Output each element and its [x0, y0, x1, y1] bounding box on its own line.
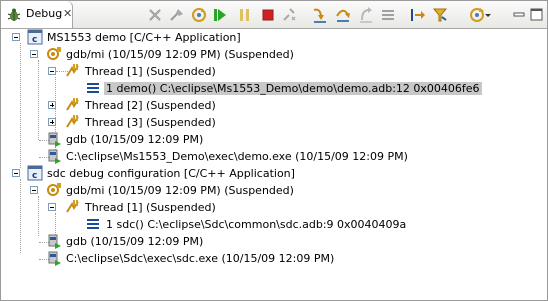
terminate-icon[interactable] — [259, 6, 277, 24]
suspended-thread-icon — [64, 114, 80, 130]
instruction-stepping-icon[interactable] — [409, 6, 427, 24]
process-icon — [46, 131, 62, 147]
tree-row-frame2[interactable]: 1 sdc() C:\eclipse\Sdc\common\sdc.adb:9 … — [1, 216, 547, 233]
c-application-icon: c — [27, 165, 43, 181]
collapse-icon[interactable] — [12, 169, 20, 177]
stack-frame-icon — [85, 216, 101, 232]
thread-label: Thread [1] (Suspended) — [85, 65, 216, 78]
suspend-icon[interactable] — [236, 6, 254, 24]
process-icon — [46, 250, 62, 266]
process-icon — [46, 233, 62, 249]
c-application-icon: c — [27, 29, 43, 45]
tree-row-thread2[interactable]: Thread [2] (Suspended) — [1, 97, 547, 114]
minimize-icon[interactable] — [511, 6, 529, 24]
view-tab-bar: Debug ✕ — [1, 1, 547, 29]
suspended-thread-icon — [64, 199, 80, 215]
process-icon — [46, 148, 62, 164]
step-return-icon[interactable] — [357, 6, 375, 24]
expand-icon[interactable] — [48, 101, 56, 109]
stack-frame-label: 1 demo() C:\eclipse\Ms1553_Demo\demo\dem… — [104, 82, 482, 95]
collapse-icon[interactable] — [30, 50, 38, 58]
target-label: gdb/mi (10/15/09 12:09 PM) (Suspended) — [66, 184, 294, 197]
tree-row-thread3[interactable]: Thread [3] (Suspended) — [1, 114, 547, 131]
debug-tree: c MS1553 demo [C/C++ Application] gdb/mi… — [1, 29, 547, 300]
process-label: gdb (10/15/09 12:09 PM) — [66, 133, 204, 146]
relaunch-icon[interactable] — [190, 6, 208, 24]
launch-label: MS1553 demo [C/C++ Application] — [47, 31, 241, 44]
tree-row-thread2-1[interactable]: Thread [1] (Suspended) — [1, 199, 547, 216]
bug-icon — [6, 7, 22, 23]
tree-row-proc1[interactable]: C:\eclipse\Ms1553_Demo\exec\demo.exe (10… — [1, 148, 547, 165]
drop-to-frame-icon[interactable] — [379, 6, 397, 24]
suspended-thread-icon — [64, 63, 80, 79]
svg-text:c: c — [32, 171, 37, 181]
maximize-icon[interactable] — [528, 6, 546, 24]
stack-frame-icon — [85, 80, 101, 96]
close-icon[interactable]: ✕ — [63, 7, 72, 20]
view-menu-chevron-icon[interactable] — [484, 6, 492, 24]
tree-row-proc2[interactable]: C:\eclipse\Sdc\exec\sdc.exe (10/15/09 12… — [1, 250, 547, 267]
debug-tab[interactable]: Debug ✕ — [1, 1, 73, 28]
collapse-icon[interactable] — [12, 33, 20, 41]
tree-row-gdb1[interactable]: gdb (10/15/09 12:09 PM) — [1, 131, 547, 148]
tree-row-target1[interactable]: gdb/mi (10/15/09 12:09 PM) (Suspended) — [1, 46, 547, 63]
disconnect-icon[interactable] — [280, 6, 298, 24]
debug-tab-label: Debug — [26, 7, 63, 20]
connect-icon[interactable] — [168, 6, 186, 24]
launch-label: sdc debug configuration [C/C++ Applicati… — [47, 167, 295, 180]
tree-row-gdb2[interactable]: gdb (10/15/09 12:09 PM) — [1, 233, 547, 250]
debug-target-icon — [46, 46, 62, 62]
collapse-icon[interactable] — [48, 203, 56, 211]
suspended-thread-icon — [64, 97, 80, 113]
thread-label: Thread [1] (Suspended) — [85, 201, 216, 214]
stack-frame-label: 1 sdc() C:\eclipse\Sdc\common\sdc.adb:9 … — [106, 218, 407, 231]
step-into-icon[interactable] — [311, 6, 329, 24]
thread-label: Thread [3] (Suspended) — [85, 116, 216, 129]
process-label: gdb (10/15/09 12:09 PM) — [66, 235, 204, 248]
use-step-filters-icon[interactable] — [431, 6, 449, 24]
process-label: C:\eclipse\Sdc\exec\sdc.exe (10/15/09 12… — [66, 252, 335, 265]
collapse-icon[interactable] — [48, 67, 56, 75]
expand-icon[interactable] — [48, 118, 56, 126]
step-over-icon[interactable] — [334, 6, 352, 24]
thread-label: Thread [2] (Suspended) — [85, 99, 216, 112]
svg-text:c: c — [32, 35, 37, 45]
tree-row-launch2[interactable]: c sdc debug configuration [C/C++ Applica… — [1, 165, 547, 182]
debug-view: Debug ✕ c MS1553 demo [C/C++ Application… — [0, 0, 548, 301]
tree-row-thread1[interactable]: Thread [1] (Suspended) — [1, 63, 547, 80]
process-label: C:\eclipse\Ms1553_Demo\exec\demo.exe (10… — [66, 150, 408, 163]
tree-row-frame1[interactable]: 1 demo() C:\eclipse\Ms1553_Demo\demo\dem… — [1, 80, 547, 97]
target-label: gdb/mi (10/15/09 12:09 PM) (Suspended) — [66, 48, 294, 61]
tree-row-target2[interactable]: gdb/mi (10/15/09 12:09 PM) (Suspended) — [1, 182, 547, 199]
collapse-icon[interactable] — [30, 186, 38, 194]
resume-icon[interactable] — [211, 6, 229, 24]
debug-target-icon — [46, 182, 62, 198]
tree-row-launch1[interactable]: c MS1553 demo [C/C++ Application] — [1, 29, 547, 46]
remove-terminated-icon[interactable] — [146, 6, 164, 24]
